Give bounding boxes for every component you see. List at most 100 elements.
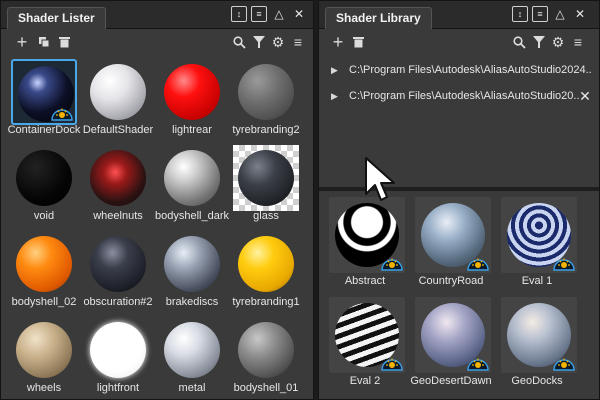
library-path-row[interactable]: ▶ C:\Program Files\Autodesk\AliasAutoStu…: [331, 61, 591, 79]
shader-item[interactable]: void: [7, 141, 81, 227]
shader-thumbnail[interactable]: [85, 145, 151, 211]
shader-thumbnail[interactable]: [159, 231, 225, 297]
library-path-text: C:\Program Files\Autodesk\AliasAutoStudi…: [349, 64, 591, 76]
gear-icon[interactable]: ⚙: [549, 33, 567, 51]
menu-icon[interactable]: ≡: [289, 33, 307, 51]
shader-thumbnail[interactable]: [233, 231, 299, 297]
trash-icon[interactable]: [349, 33, 367, 51]
filter-icon[interactable]: [250, 33, 268, 51]
shader-sphere: [16, 236, 72, 292]
collapse-icon[interactable]: △: [552, 6, 568, 22]
shader-library-toolbar: + ⚙ ≡: [319, 29, 599, 55]
library-shader-item[interactable]: CountryRoad: [411, 191, 491, 287]
shader-type-badge-icon: [51, 108, 73, 121]
library-shader-thumbnail[interactable]: [415, 197, 491, 273]
shader-type-badge-icon: [467, 258, 489, 271]
expand-arrow-icon[interactable]: ▶: [331, 65, 349, 76]
shader-sphere: [90, 236, 146, 292]
menu-icon[interactable]: ≡: [569, 33, 587, 51]
library-shader-item[interactable]: GeoDesertDawn: [410, 291, 492, 387]
search-icon[interactable]: [510, 33, 528, 51]
filter-icon[interactable]: [530, 33, 548, 51]
library-shader-thumbnail[interactable]: [329, 297, 405, 373]
pin-icon[interactable]: ↕: [231, 6, 247, 22]
shader-item[interactable]: ContainerDock: [7, 55, 81, 141]
shader-name: tyrebranding2: [232, 124, 300, 136]
shader-thumbnail[interactable]: [11, 317, 77, 383]
library-shader-thumbnail[interactable]: [415, 297, 491, 373]
shader-item[interactable]: bodyshell_02: [7, 227, 81, 313]
shader-thumbnail[interactable]: [85, 317, 151, 383]
shader-type-badge-icon: [381, 358, 403, 371]
shader-thumbnail[interactable]: [233, 59, 299, 125]
library-shader-item[interactable]: Eval 1: [497, 191, 577, 287]
shader-item[interactable]: wheelnuts: [81, 141, 155, 227]
shader-type-badge-icon: [553, 258, 575, 271]
shader-name: bodyshell_01: [233, 382, 299, 394]
shader-item[interactable]: tyrebranding1: [229, 227, 303, 313]
library-path-row[interactable]: ▶ C:\Program Files\Autodesk\AliasAutoStu…: [331, 87, 591, 105]
library-shader-thumbnail[interactable]: [501, 297, 577, 373]
close-icon[interactable]: ✕: [291, 6, 307, 22]
library-shader-item[interactable]: Eval 2: [325, 291, 405, 387]
shader-item[interactable]: metal: [155, 313, 229, 399]
shader-sphere: [164, 150, 220, 206]
shader-item[interactable]: glass: [229, 141, 303, 227]
shader-item[interactable]: lightrear: [155, 55, 229, 141]
library-shader-name: GeoDocks: [511, 375, 563, 387]
shader-thumbnail[interactable]: [85, 231, 151, 297]
shader-sphere: [164, 322, 220, 378]
shader-library-title[interactable]: Shader Library: [325, 7, 432, 29]
shader-item[interactable]: brakediscs: [155, 227, 229, 313]
menu-icon[interactable]: ≡: [532, 6, 548, 22]
expand-arrow-icon[interactable]: ▶: [331, 91, 349, 102]
library-shader-thumbnail[interactable]: [501, 197, 577, 273]
menu-icon[interactable]: ≡: [251, 6, 267, 22]
library-path-list: ▶ C:\Program Files\Autodesk\AliasAutoStu…: [319, 55, 599, 185]
shader-item[interactable]: tyrebranding2: [229, 55, 303, 141]
collapse-icon[interactable]: △: [271, 6, 287, 22]
library-shader-name: Eval 1: [521, 275, 553, 287]
shader-thumbnail[interactable]: [11, 59, 77, 125]
pin-icon[interactable]: ↕: [512, 6, 528, 22]
shader-item[interactable]: bodyshell_dark: [155, 141, 229, 227]
shader-grid: ContainerDock DefaultShader lightrear tyreb…: [7, 55, 309, 399]
remove-path-icon[interactable]: ✕: [579, 88, 591, 105]
copy-icon[interactable]: [35, 33, 53, 51]
library-shader-name: Abstract: [344, 275, 386, 287]
close-icon[interactable]: ✕: [572, 6, 588, 22]
trash-icon[interactable]: [55, 33, 73, 51]
gear-icon[interactable]: ⚙: [269, 33, 287, 51]
shader-library-panel: Shader Library ↕ ≡ △ ✕ + ⚙ ≡ ▶ C:\Progra…: [318, 0, 600, 400]
shader-lister-panel: Shader Lister ↕ ≡ △ ✕ + ⚙ ≡ ContainerDoc…: [0, 0, 314, 400]
search-icon[interactable]: [230, 33, 248, 51]
plus-icon[interactable]: +: [329, 32, 347, 52]
library-shader-item[interactable]: Abstract: [325, 191, 405, 287]
shader-type-badge-icon: [467, 358, 489, 371]
shader-thumbnail[interactable]: [159, 59, 225, 125]
shader-item[interactable]: bodyshell_01: [229, 313, 303, 399]
library-shader-thumbnail[interactable]: [329, 197, 405, 273]
shader-thumbnail[interactable]: [233, 145, 299, 211]
plus-icon[interactable]: +: [13, 32, 31, 52]
shader-sphere: [164, 64, 220, 120]
shader-sphere: [90, 150, 146, 206]
app-root: Shader Lister ↕ ≡ △ ✕ + ⚙ ≡ ContainerDoc…: [0, 0, 600, 400]
shader-item[interactable]: DefaultShader: [81, 55, 155, 141]
shader-thumbnail[interactable]: [159, 317, 225, 383]
shader-sphere: [164, 236, 220, 292]
shader-lister-title[interactable]: Shader Lister: [7, 7, 106, 29]
shader-item[interactable]: obscuration#2: [81, 227, 155, 313]
shader-thumbnail[interactable]: [11, 145, 77, 211]
shader-thumbnail[interactable]: [159, 145, 225, 211]
shader-item[interactable]: lightfront: [81, 313, 155, 399]
shader-thumbnail[interactable]: [85, 59, 151, 125]
shader-thumbnail[interactable]: [11, 231, 77, 297]
library-shader-item[interactable]: GeoDocks: [497, 291, 577, 387]
shader-sphere: [16, 150, 72, 206]
shader-item[interactable]: wheels: [7, 313, 81, 399]
shader-lister-titlebar: Shader Lister ↕ ≡ △ ✕: [1, 1, 313, 29]
shader-library-titlebar: Shader Library ↕ ≡ △ ✕: [319, 1, 599, 29]
shader-thumbnail[interactable]: [233, 317, 299, 383]
shader-lister-window-controls: ↕ ≡ △ ✕: [231, 6, 307, 22]
